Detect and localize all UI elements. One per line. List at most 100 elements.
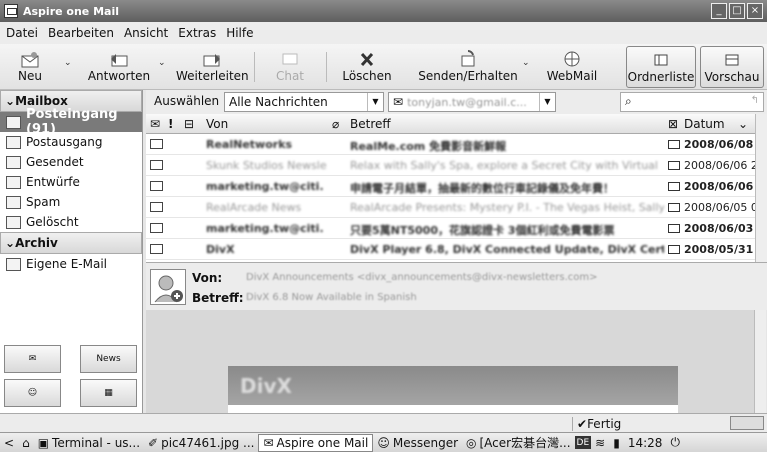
sidebar-item-sent[interactable]: Gesendet — [0, 152, 142, 172]
col-subject[interactable]: Betreff — [350, 117, 391, 131]
menu-extras[interactable]: Extras — [178, 26, 216, 40]
mail-icon: ✉ — [263, 435, 274, 450]
preview-pane-icon — [701, 47, 763, 69]
envelope-icon — [668, 161, 680, 170]
filter-label: Auswählen — [154, 94, 220, 108]
sidebar-item-deleted[interactable]: Gelöscht — [0, 212, 142, 232]
reply-dropdown-icon[interactable]: ⌄ — [158, 58, 166, 68]
new-mail-icon — [12, 46, 48, 68]
sidebar-item-inbox[interactable]: Posteingang (91) — [0, 107, 142, 137]
message-list: ✉ ! ⊟ Von ⌀ Betreff ⊠ Datum ⌄ RealNetwor… — [146, 114, 767, 262]
shutdown-icon[interactable]: ⏻ — [666, 434, 684, 452]
zoom-slider[interactable] — [730, 416, 764, 430]
menu-ansicht[interactable]: Ansicht — [124, 26, 168, 40]
attachment-col-icon[interactable]: ⊟ — [184, 117, 194, 131]
table-row[interactable]: RealArcade News RealArcade Presents: Myst… — [146, 197, 767, 218]
forward-button[interactable]: Weiterleiten — [176, 46, 249, 88]
envelope-icon — [150, 244, 163, 254]
paperclip-icon[interactable]: ⌀ — [332, 117, 339, 131]
messenger-icon: ☺ — [377, 435, 390, 450]
new-dropdown-icon[interactable]: ⌄ — [64, 58, 72, 68]
taskbar-item-mail[interactable]: ✉ Aspire one Mail — [258, 433, 374, 452]
close-button[interactable]: × — [747, 3, 763, 19]
power-icon[interactable]: ▮ — [609, 434, 624, 452]
taskbar-item-browser[interactable]: ◎ [Acer宏碁台灣... — [462, 434, 575, 452]
divx-banner: DivX — [228, 366, 678, 413]
table-row[interactable]: marketing.tw@citi. 申請電子月結單，抽最新的數位行車記錄儀及免年… — [146, 176, 767, 197]
search-input[interactable]: ⌕ ↰ — [620, 92, 764, 112]
opened-envelope-icon — [150, 202, 163, 212]
row-from: marketing.tw@citi. — [206, 180, 324, 193]
keyboard-layout-icon[interactable]: DE — [574, 436, 592, 449]
browser-icon: ◎ — [466, 435, 477, 450]
col-from[interactable]: Von — [206, 117, 228, 131]
outbox-icon — [6, 135, 21, 149]
col-date[interactable]: Datum — [684, 117, 725, 131]
chat-button[interactable]: Chat — [270, 46, 310, 88]
send-receive-button[interactable]: Senden/Erhalten — [418, 46, 518, 88]
preview-button[interactable]: Vorschau — [700, 46, 764, 88]
webmail-button[interactable]: WebMail — [544, 46, 600, 88]
maximize-button[interactable]: □ — [729, 3, 745, 19]
send-receive-icon — [418, 46, 518, 68]
list-scrollbar[interactable] — [755, 114, 767, 262]
table-row[interactable]: RealNetworks RealMe.com 免費影音新鮮報 2008/06/08 — [146, 134, 767, 155]
sidebar-item-drafts[interactable]: Entwürfe — [0, 172, 142, 192]
col-flag-icon[interactable]: ⊠ — [668, 117, 678, 131]
mail-view-button[interactable]: ✉ — [4, 345, 61, 373]
table-row[interactable]: DivX DivX Player 6.8, DivX Connected Upda… — [146, 239, 767, 260]
contacts-view-button[interactable]: ☺ — [4, 379, 61, 407]
news-view-button[interactable]: News — [80, 345, 137, 373]
wifi-icon[interactable]: ≋ — [591, 434, 609, 452]
from-label: Von: — [192, 271, 223, 285]
sidebar-item-spam[interactable]: Spam — [0, 192, 142, 212]
menu-bearbeiten[interactable]: Bearbeiten — [48, 26, 114, 40]
forward-icon — [176, 46, 248, 68]
archive-header[interactable]: ⌄ Archiv — [0, 232, 142, 254]
table-row[interactable]: Skunk Studios Newsle Relax with Sally's S… — [146, 155, 767, 176]
menu-datei[interactable]: Datei — [6, 26, 38, 40]
home-icon[interactable]: ⌂ — [18, 434, 34, 452]
row-date: 2008/06/06 2 — [684, 159, 758, 172]
sendrecv-dropdown-icon[interactable]: ⌄ — [522, 58, 530, 68]
subject-label: Betreff: — [192, 291, 244, 305]
minimize-button[interactable]: _ — [711, 3, 727, 19]
preview-scrollbar[interactable] — [754, 310, 766, 413]
subject-value: DivX 6.8 Now Available in Spanish — [246, 292, 417, 303]
webmail-icon — [544, 46, 600, 68]
search-icon: ⌕ — [625, 94, 632, 108]
taskbar-back-icon[interactable]: < — [0, 434, 18, 452]
row-from: RealNetworks — [206, 138, 293, 151]
taskbar-item-messenger[interactable]: ☺ Messenger — [373, 434, 462, 452]
account-select[interactable]: ✉ tonyjan.tw@gmail.c... ▼ — [388, 92, 556, 112]
sort-chevron-icon[interactable]: ⌄ — [738, 117, 748, 131]
clear-icon[interactable]: ↰ — [751, 95, 759, 106]
opened-envelope-icon — [150, 160, 163, 170]
row-date: 2008/06/06 — [684, 180, 754, 193]
taskbar: < ⌂ ▣ Terminal - us... ✐ pic47461.jpg ... … — [0, 432, 767, 452]
avatar — [150, 269, 186, 305]
new-button[interactable]: Neu — [12, 46, 48, 88]
table-row[interactable]: marketing.tw@citi. 只要5萬NT5000，花旗認證卡 3個紅利或… — [146, 218, 767, 239]
delete-button[interactable]: Löschen — [338, 46, 396, 88]
read-status-icon[interactable]: ✉ — [150, 117, 160, 131]
folder-list-button[interactable]: Ordnerliste — [626, 46, 696, 88]
sidebar-item-own-mail[interactable]: Eigene E-Mail — [0, 254, 142, 274]
news-icon: News — [96, 354, 121, 364]
filter-select[interactable]: Alle Nachrichten ▼ — [224, 92, 384, 112]
message-preview: DivX — [146, 310, 754, 413]
taskbar-item-image[interactable]: ✐ pic47461.jpg ... — [144, 434, 258, 452]
priority-icon[interactable]: ! — [168, 117, 173, 131]
taskbar-item-terminal[interactable]: ▣ Terminal - us... — [34, 434, 144, 452]
folder-icon — [6, 257, 21, 271]
calendar-view-button[interactable]: ▦ — [80, 379, 137, 407]
spam-icon — [6, 195, 21, 209]
check-icon: ✔ — [577, 417, 588, 431]
envelope-icon — [668, 203, 680, 212]
window-title: Aspire one Mail — [23, 4, 120, 18]
reply-button[interactable]: Antworten — [86, 46, 152, 88]
row-date: 2008/05/31 — [684, 243, 754, 256]
drafts-icon — [6, 175, 21, 189]
image-icon: ✐ — [148, 435, 159, 450]
menu-hilfe[interactable]: Hilfe — [226, 26, 253, 40]
